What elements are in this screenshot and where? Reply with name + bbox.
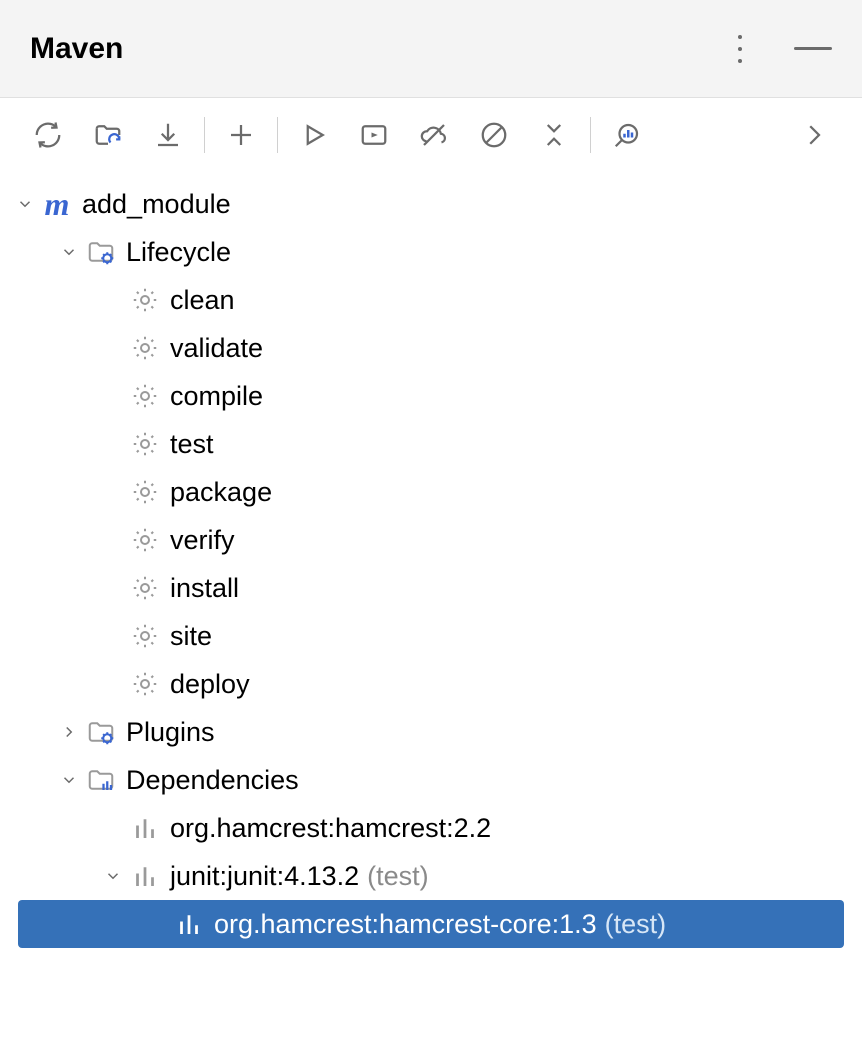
toolbar-separator [590, 117, 591, 153]
dependency-scope: (test) [367, 863, 429, 890]
analyze-deps-button[interactable] [597, 110, 657, 160]
folder-refresh-icon [93, 120, 123, 150]
toolbar-separator [277, 117, 278, 153]
gear-icon [128, 333, 162, 363]
dependencies-node[interactable]: Dependencies [0, 756, 862, 804]
folder-gear-icon [84, 237, 118, 267]
lifecycle-goal[interactable]: test [0, 420, 862, 468]
reload-icon [33, 120, 63, 150]
disabled-icon [479, 120, 509, 150]
gear-icon [128, 285, 162, 315]
plugins-node[interactable]: Plugins [0, 708, 862, 756]
add-project-button[interactable] [211, 110, 271, 160]
header-actions [732, 29, 832, 69]
reload-button[interactable] [18, 110, 78, 160]
project-label: add_module [82, 191, 231, 218]
dependency-label: junit:junit:4.13.2 [170, 863, 359, 890]
chevron-down-icon[interactable] [10, 195, 40, 213]
lifecycle-goal[interactable]: site [0, 612, 862, 660]
lifecycle-goal-label: verify [170, 527, 235, 554]
more-icon[interactable] [732, 29, 748, 69]
lifecycle-goal-label: package [170, 479, 272, 506]
plus-icon [226, 120, 256, 150]
chevron-down-icon[interactable] [54, 771, 84, 789]
chevron-down-icon[interactable] [54, 243, 84, 261]
lifecycle-goal[interactable]: deploy [0, 660, 862, 708]
cloud-off-icon [419, 120, 449, 150]
run-config-icon [359, 120, 389, 150]
lifecycle-goal-label: site [170, 623, 212, 650]
lifecycle-goal[interactable]: compile [0, 372, 862, 420]
download-icon [153, 120, 183, 150]
lifecycle-goal-label: compile [170, 383, 263, 410]
lifecycle-goal[interactable]: validate [0, 324, 862, 372]
gear-icon [128, 525, 162, 555]
library-icon [128, 861, 162, 891]
play-icon [299, 120, 329, 150]
library-icon [128, 813, 162, 843]
dependency-item[interactable]: junit:junit:4.13.2 (test) [0, 852, 862, 900]
maven-tree: m add_module Lifecycle clean validate comp… [0, 172, 862, 956]
chevron-right-icon[interactable] [54, 723, 84, 741]
chevron-down-icon[interactable] [98, 867, 128, 885]
dependencies-label: Dependencies [126, 767, 299, 794]
lifecycle-goal[interactable]: install [0, 564, 862, 612]
gear-icon [128, 381, 162, 411]
toggle-offline-button[interactable] [404, 110, 464, 160]
lifecycle-goal[interactable]: package [0, 468, 862, 516]
dependency-item-selected[interactable]: org.hamcrest:hamcrest-core:1.3 (test) [18, 900, 844, 948]
lifecycle-goal-label: validate [170, 335, 263, 362]
lifecycle-goal[interactable]: clean [0, 276, 862, 324]
panel-title: Maven [30, 32, 123, 66]
lifecycle-goal-label: install [170, 575, 239, 602]
analyze-icon [612, 120, 642, 150]
dependency-label: org.hamcrest:hamcrest:2.2 [170, 815, 491, 842]
lifecycle-goal-label: test [170, 431, 214, 458]
toolbar [0, 98, 862, 172]
dependency-label: org.hamcrest:hamcrest-core:1.3 [214, 911, 597, 938]
gear-icon [128, 669, 162, 699]
lifecycle-goal-label: clean [170, 287, 235, 314]
library-icon [172, 909, 206, 939]
gear-icon [128, 477, 162, 507]
folder-lib-icon [84, 765, 118, 795]
folder-gear-icon [84, 717, 118, 747]
download-sources-button[interactable] [138, 110, 198, 160]
collapse-all-button[interactable] [524, 110, 584, 160]
dependency-item[interactable]: org.hamcrest:hamcrest:2.2 [0, 804, 862, 852]
run-button[interactable] [284, 110, 344, 160]
show-more-button[interactable] [784, 110, 844, 160]
lifecycle-node[interactable]: Lifecycle [0, 228, 862, 276]
collapse-icon [539, 120, 569, 150]
lifecycle-goal-label: deploy [170, 671, 250, 698]
maven-module-icon: m [40, 188, 74, 220]
gear-icon [128, 621, 162, 651]
panel-header: Maven [0, 0, 862, 98]
plugins-label: Plugins [126, 719, 215, 746]
skip-tests-button[interactable] [464, 110, 524, 160]
chevron-right-icon [799, 120, 829, 150]
run-config-button[interactable] [344, 110, 404, 160]
gear-icon [128, 573, 162, 603]
dependency-scope: (test) [605, 911, 667, 938]
lifecycle-label: Lifecycle [126, 239, 231, 266]
project-node[interactable]: m add_module [0, 180, 862, 228]
lifecycle-goal[interactable]: verify [0, 516, 862, 564]
minimize-icon[interactable] [794, 47, 832, 50]
generate-sources-button[interactable] [78, 110, 138, 160]
toolbar-separator [204, 117, 205, 153]
gear-icon [128, 429, 162, 459]
